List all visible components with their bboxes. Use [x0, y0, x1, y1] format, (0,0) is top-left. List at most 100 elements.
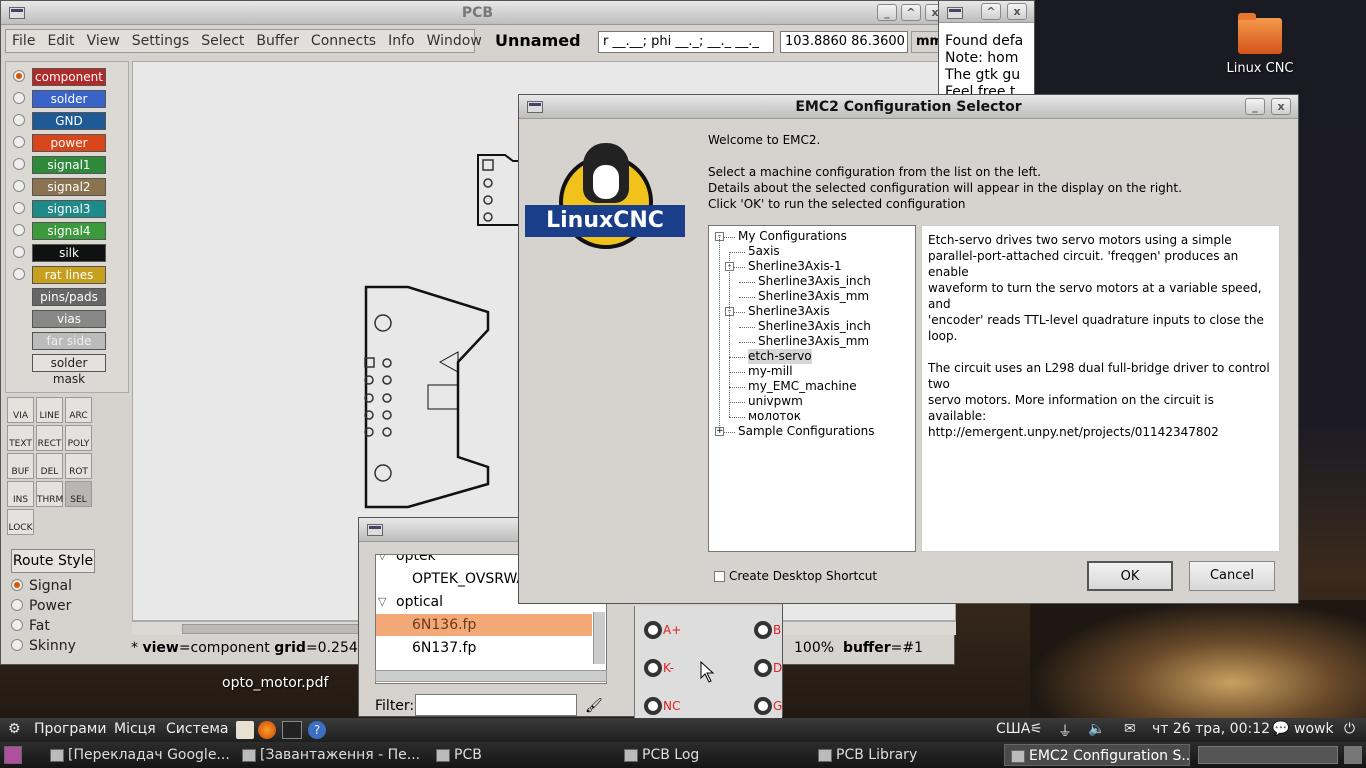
menu-settings[interactable]: Settings — [126, 30, 195, 52]
radio-icon[interactable] — [13, 246, 25, 258]
volume-icon[interactable]: 🔈 — [1088, 721, 1105, 737]
layer-row[interactable]: component — [6, 66, 130, 88]
menu-view[interactable]: View — [81, 30, 126, 52]
tool-thrm-button[interactable]: THRM — [36, 481, 63, 507]
maximize-button[interactable]: ^ — [981, 3, 1001, 20]
config-item[interactable]: Sherline3Axis — [748, 304, 830, 319]
layer-row[interactable]: signal4 — [6, 220, 130, 242]
layer-toggle-button[interactable]: silk — [32, 244, 106, 262]
close-button[interactable]: x — [1007, 3, 1027, 20]
config-item[interactable]: Sherline3Axis_mm — [758, 289, 869, 304]
radio-icon[interactable] — [13, 180, 25, 192]
task-google-translate[interactable]: [Перекладач Google... — [44, 744, 230, 766]
layer-toggle-button[interactable]: signal1 — [32, 156, 106, 174]
layer-toggle-button[interactable]: solder — [32, 90, 106, 108]
minimize-button[interactable]: _ — [877, 4, 897, 21]
layer-toggle-button[interactable]: power — [32, 134, 106, 152]
ubuntu-logo-icon[interactable]: ⚙ — [8, 721, 21, 737]
library-vscrollbar[interactable] — [593, 612, 605, 664]
layer-toggle-button[interactable]: signal2 — [32, 178, 106, 196]
task-downloads[interactable]: [Завантаження - Пе... — [236, 744, 422, 766]
keyboard-layout[interactable]: США — [996, 721, 1030, 737]
desktop-file-pdf[interactable]: opto_motor.pdf — [222, 675, 328, 691]
menu-edit[interactable]: Edit — [41, 30, 80, 52]
user-name[interactable]: wowk — [1294, 721, 1334, 737]
pcb-titlebar[interactable]: PCB _ ^ x — [1, 1, 954, 25]
firefox-icon[interactable] — [258, 721, 276, 739]
route-style-signal[interactable]: Signal — [11, 578, 72, 594]
tool-poly-button[interactable]: POLY — [65, 425, 92, 451]
layer-row[interactable]: silk — [6, 242, 130, 264]
desktop-folder-linuxcnc[interactable]: Linux CNC — [1220, 13, 1300, 84]
pcb-log-titlebar[interactable]: ^ x — [939, 1, 1034, 23]
layer-toggle-button[interactable]: component — [32, 68, 106, 86]
radio-icon[interactable] — [13, 158, 25, 170]
ok-button[interactable]: OK — [1087, 561, 1173, 591]
tool-buf-button[interactable]: BUF — [7, 453, 34, 479]
tool-via-button[interactable]: VIA — [7, 397, 34, 423]
route-style-button[interactable]: Route Style — [11, 549, 95, 573]
clear-brush-icon[interactable]: 🖌 — [585, 698, 603, 714]
emc-titlebar[interactable]: EMC2 Configuration Selector _ x — [519, 95, 1298, 119]
tool-text-button[interactable]: TEXT — [7, 425, 34, 451]
tool-line-button[interactable]: LINE — [36, 397, 63, 423]
mail-icon[interactable]: ✉ — [1124, 721, 1136, 737]
config-item[interactable]: Sherline3Axis_mm — [758, 334, 869, 349]
network-icon[interactable]: ⚟ — [1030, 721, 1043, 737]
layer-visibility-button[interactable]: solder mask — [32, 354, 106, 386]
radio-icon[interactable] — [13, 114, 25, 126]
config-item[interactable]: Sherline3Axis-1 — [748, 259, 842, 274]
config-folder[interactable]: Sample Configurations — [738, 424, 874, 439]
config-item[interactable]: etch-servo — [748, 349, 812, 364]
layer-row[interactable]: power — [6, 132, 130, 154]
config-item[interactable]: Sherline3Axis_inch — [758, 274, 871, 289]
layer-toggle-button[interactable]: rat lines — [32, 266, 106, 284]
launcher-icon[interactable] — [236, 721, 254, 739]
layer-toggle-button[interactable]: GND — [32, 112, 106, 130]
menu-buffer[interactable]: Buffer — [250, 30, 305, 52]
config-item[interactable]: my-mill — [748, 364, 793, 379]
show-desktop-icon[interactable] — [4, 746, 22, 764]
menu-places[interactable]: Місця — [114, 721, 156, 737]
route-style-skinny[interactable]: Skinny — [11, 638, 76, 654]
workspace-switcher[interactable] — [1198, 746, 1338, 764]
layer-row[interactable]: solder — [6, 88, 130, 110]
config-folder[interactable]: My Configurations — [738, 229, 847, 244]
task-pcb-log[interactable]: PCB Log — [618, 744, 804, 766]
tool-rot-button[interactable]: ROT — [65, 453, 92, 479]
maximize-button[interactable]: ^ — [901, 4, 921, 21]
library-item[interactable]: 6N137.fp — [376, 637, 592, 659]
menu-connects[interactable]: Connects — [305, 30, 382, 52]
expander-arrow-icon[interactable]: ▽ — [378, 591, 386, 613]
tool-sel-button[interactable]: SEL — [65, 481, 92, 507]
library-hscrollbar[interactable] — [375, 670, 607, 682]
task-pcb-library[interactable]: PCB Library — [812, 744, 998, 766]
config-item[interactable]: univpwm — [748, 394, 803, 409]
cancel-button[interactable]: Cancel — [1189, 561, 1275, 591]
terminal-icon[interactable] — [282, 721, 302, 739]
radio-icon[interactable] — [13, 268, 25, 280]
tool-arc-button[interactable]: ARC — [65, 397, 92, 423]
layer-row[interactable]: signal1 — [6, 154, 130, 176]
layer-toggle-button[interactable]: signal4 — [32, 222, 106, 240]
task-pcb[interactable]: PCB — [430, 744, 610, 766]
radio-icon[interactable] — [13, 202, 25, 214]
expander-arrow-icon[interactable]: ▽ — [378, 555, 386, 567]
menu-window[interactable]: Window — [421, 30, 488, 52]
layer-row[interactable]: GND — [6, 110, 130, 132]
layer-toggle-button[interactable]: signal3 — [32, 200, 106, 218]
menu-info[interactable]: Info — [382, 30, 421, 52]
config-item[interactable]: Sherline3Axis_inch — [758, 319, 871, 334]
help-icon[interactable]: ? — [308, 721, 326, 739]
tool-ins-button[interactable]: INS — [7, 481, 34, 507]
radio-icon[interactable] — [13, 224, 25, 236]
desktop-shortcut-checkbox[interactable]: Create Desktop Shortcut — [714, 569, 877, 583]
layer-visibility-button[interactable]: vias — [32, 310, 106, 328]
task-emc2-config[interactable]: EMC2 Configuration S... — [1004, 744, 1190, 766]
tool-rect-button[interactable]: RECT — [36, 425, 63, 451]
power-icon[interactable]: ⏚ — [1058, 721, 1072, 741]
library-item[interactable]: 6N136.fp — [376, 614, 592, 636]
filter-input[interactable] — [415, 694, 577, 716]
layer-visibility-button[interactable]: far side — [32, 332, 106, 350]
layer-row[interactable]: signal3 — [6, 198, 130, 220]
